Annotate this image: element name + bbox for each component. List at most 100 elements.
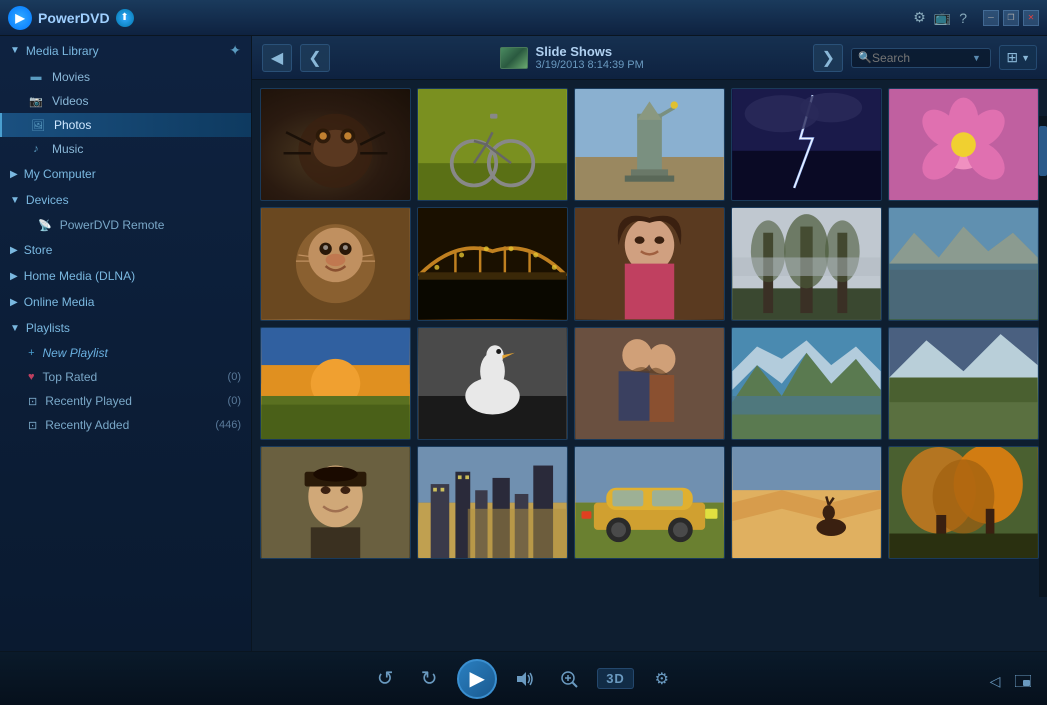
videos-icon: 📷: [28, 95, 44, 108]
view-grid-icon: ⊞: [1006, 49, 1018, 66]
mini-player-button[interactable]: [1011, 669, 1035, 693]
top-rated-count: (0): [228, 371, 241, 383]
photo-cell[interactable]: [417, 88, 568, 201]
new-playlist-icon: +: [28, 347, 34, 359]
help-button[interactable]: ?: [959, 10, 967, 26]
view-toggle-button[interactable]: ⊞ ▼: [999, 45, 1037, 70]
scrollbar-thumb[interactable]: [1039, 126, 1047, 176]
movies-icon: ▬: [28, 71, 44, 83]
online-media-label: Online Media: [24, 295, 95, 309]
recently-added-count: (446): [215, 419, 241, 431]
top-rated-icon: ♥: [28, 371, 35, 383]
sidebar-section-devices[interactable]: ▼ Devices: [0, 187, 251, 213]
expand-left-button[interactable]: ◁: [983, 669, 1007, 693]
minimize-button[interactable]: ─: [983, 10, 999, 26]
photo-grid: [252, 80, 1047, 651]
photo-cell[interactable]: [574, 207, 725, 320]
sidebar-section-home-media[interactable]: ▶ Home Media (DLNA): [0, 263, 251, 289]
my-computer-label: My Computer: [24, 167, 96, 181]
photo-cell[interactable]: [260, 88, 411, 201]
store-arrow: ▶: [10, 245, 18, 256]
sidebar-section-online-media[interactable]: ▶ Online Media: [0, 289, 251, 315]
sidebar-section-playlists[interactable]: ▼ Playlists: [0, 315, 251, 341]
home-media-label: Home Media (DLNA): [24, 269, 135, 283]
sidebar-item-music[interactable]: ♪ Music: [0, 137, 251, 161]
photos-label: Photos: [54, 118, 91, 132]
media-library-arrow: ▼: [10, 45, 20, 56]
slideshow-info: Slide Shows 3/19/2013 8:14:39 PM: [338, 44, 805, 71]
sidebar-item-movies[interactable]: ▬ Movies: [0, 65, 251, 89]
logo-icon: ▶: [15, 11, 24, 25]
label-3d[interactable]: 3D: [597, 668, 634, 689]
next-button[interactable]: ❯: [813, 44, 843, 72]
photos-icon: 🖼: [30, 119, 46, 132]
recently-added-icon: ⊡: [28, 419, 37, 432]
sidebar-item-recently-added[interactable]: ⊡ Recently Added (446): [0, 413, 251, 437]
photo-cell[interactable]: [417, 446, 568, 559]
photo-cell[interactable]: [417, 207, 568, 320]
bottombar: ↺ ↻ ▶ 3D ⚙ ◁: [0, 651, 1047, 705]
playlists-label: Playlists: [26, 321, 70, 335]
photo-cell[interactable]: [888, 327, 1039, 440]
sidebar-item-photos[interactable]: 🖼 Photos: [0, 113, 251, 137]
update-icon[interactable]: ⬆: [116, 9, 134, 27]
sidebar: ▼ Media Library ✦ ▬ Movies 📷 Videos 🖼 Ph…: [0, 36, 252, 651]
photo-cell[interactable]: [731, 446, 882, 559]
app-logo: ▶: [8, 6, 32, 30]
photo-cell[interactable]: [417, 327, 568, 440]
powerdvd-remote-label: PowerDVD Remote: [60, 218, 165, 232]
sidebar-item-videos[interactable]: 📷 Videos: [0, 89, 251, 113]
search-input[interactable]: [872, 51, 972, 65]
top-rated-label: Top Rated: [43, 370, 98, 384]
photo-cell[interactable]: [574, 88, 725, 201]
content-area: ◀ ❮ Slide Shows 3/19/2013 8:14:39 PM ❯ 🔍…: [252, 36, 1047, 651]
play-button[interactable]: ▶: [457, 659, 497, 699]
media-library-icon: ✦: [229, 42, 241, 59]
volume-button[interactable]: [509, 663, 541, 695]
remote-icon: 📡: [38, 219, 52, 232]
restore-button[interactable]: ❐: [1003, 10, 1019, 26]
settings-button[interactable]: ⚙: [913, 9, 926, 26]
photo-cell[interactable]: [731, 207, 882, 320]
prev-button[interactable]: ❮: [300, 44, 330, 72]
photo-cell[interactable]: [888, 88, 1039, 201]
zoom-button[interactable]: [553, 663, 585, 695]
bottom-right-controls: ◁: [983, 669, 1035, 693]
rewind-button[interactable]: ↺: [369, 663, 401, 695]
photo-cell[interactable]: [260, 327, 411, 440]
music-label: Music: [52, 142, 83, 156]
titlebar: ▶ PowerDVD ⬆ ⚙ 📺 ? ─ ❐ ✕: [0, 0, 1047, 36]
home-media-arrow: ▶: [10, 271, 18, 282]
photo-cell[interactable]: [888, 446, 1039, 559]
playlists-arrow: ▼: [10, 323, 20, 334]
search-icon: 🔍: [858, 51, 872, 64]
photo-cell[interactable]: [260, 446, 411, 559]
videos-label: Videos: [52, 94, 88, 108]
photo-cell[interactable]: [888, 207, 1039, 320]
sidebar-item-new-playlist[interactable]: + New Playlist: [0, 341, 251, 365]
search-box: 🔍 ▼: [851, 48, 991, 68]
sidebar-section-my-computer[interactable]: ▶ My Computer: [0, 161, 251, 187]
scrollbar-track[interactable]: [1039, 116, 1047, 597]
movies-label: Movies: [52, 70, 90, 84]
back-button[interactable]: ◀: [262, 44, 292, 72]
devices-arrow: ▼: [10, 195, 20, 206]
sidebar-item-top-rated[interactable]: ♥ Top Rated (0): [0, 365, 251, 389]
sidebar-section-media-library[interactable]: ▼ Media Library ✦: [0, 36, 251, 65]
new-playlist-label: New Playlist: [42, 346, 107, 360]
search-dropdown-icon[interactable]: ▼: [972, 53, 981, 63]
photo-cell[interactable]: [574, 446, 725, 559]
sidebar-section-store[interactable]: ▶ Store: [0, 237, 251, 263]
forward-button[interactable]: ↻: [413, 663, 445, 695]
sidebar-item-powerdvd-remote[interactable]: 📡 PowerDVD Remote: [0, 213, 251, 237]
sidebar-item-recently-played[interactable]: ⊡ Recently Played (0): [0, 389, 251, 413]
photo-cell[interactable]: [731, 327, 882, 440]
photo-cell[interactable]: [260, 207, 411, 320]
store-label: Store: [24, 243, 53, 257]
settings-button-bottom[interactable]: ⚙: [646, 663, 678, 695]
close-button[interactable]: ✕: [1023, 10, 1039, 26]
photo-cell[interactable]: [731, 88, 882, 201]
photo-cell[interactable]: [574, 327, 725, 440]
slideshow-title: Slide Shows: [536, 44, 644, 59]
tv-button[interactable]: 📺: [934, 9, 951, 26]
